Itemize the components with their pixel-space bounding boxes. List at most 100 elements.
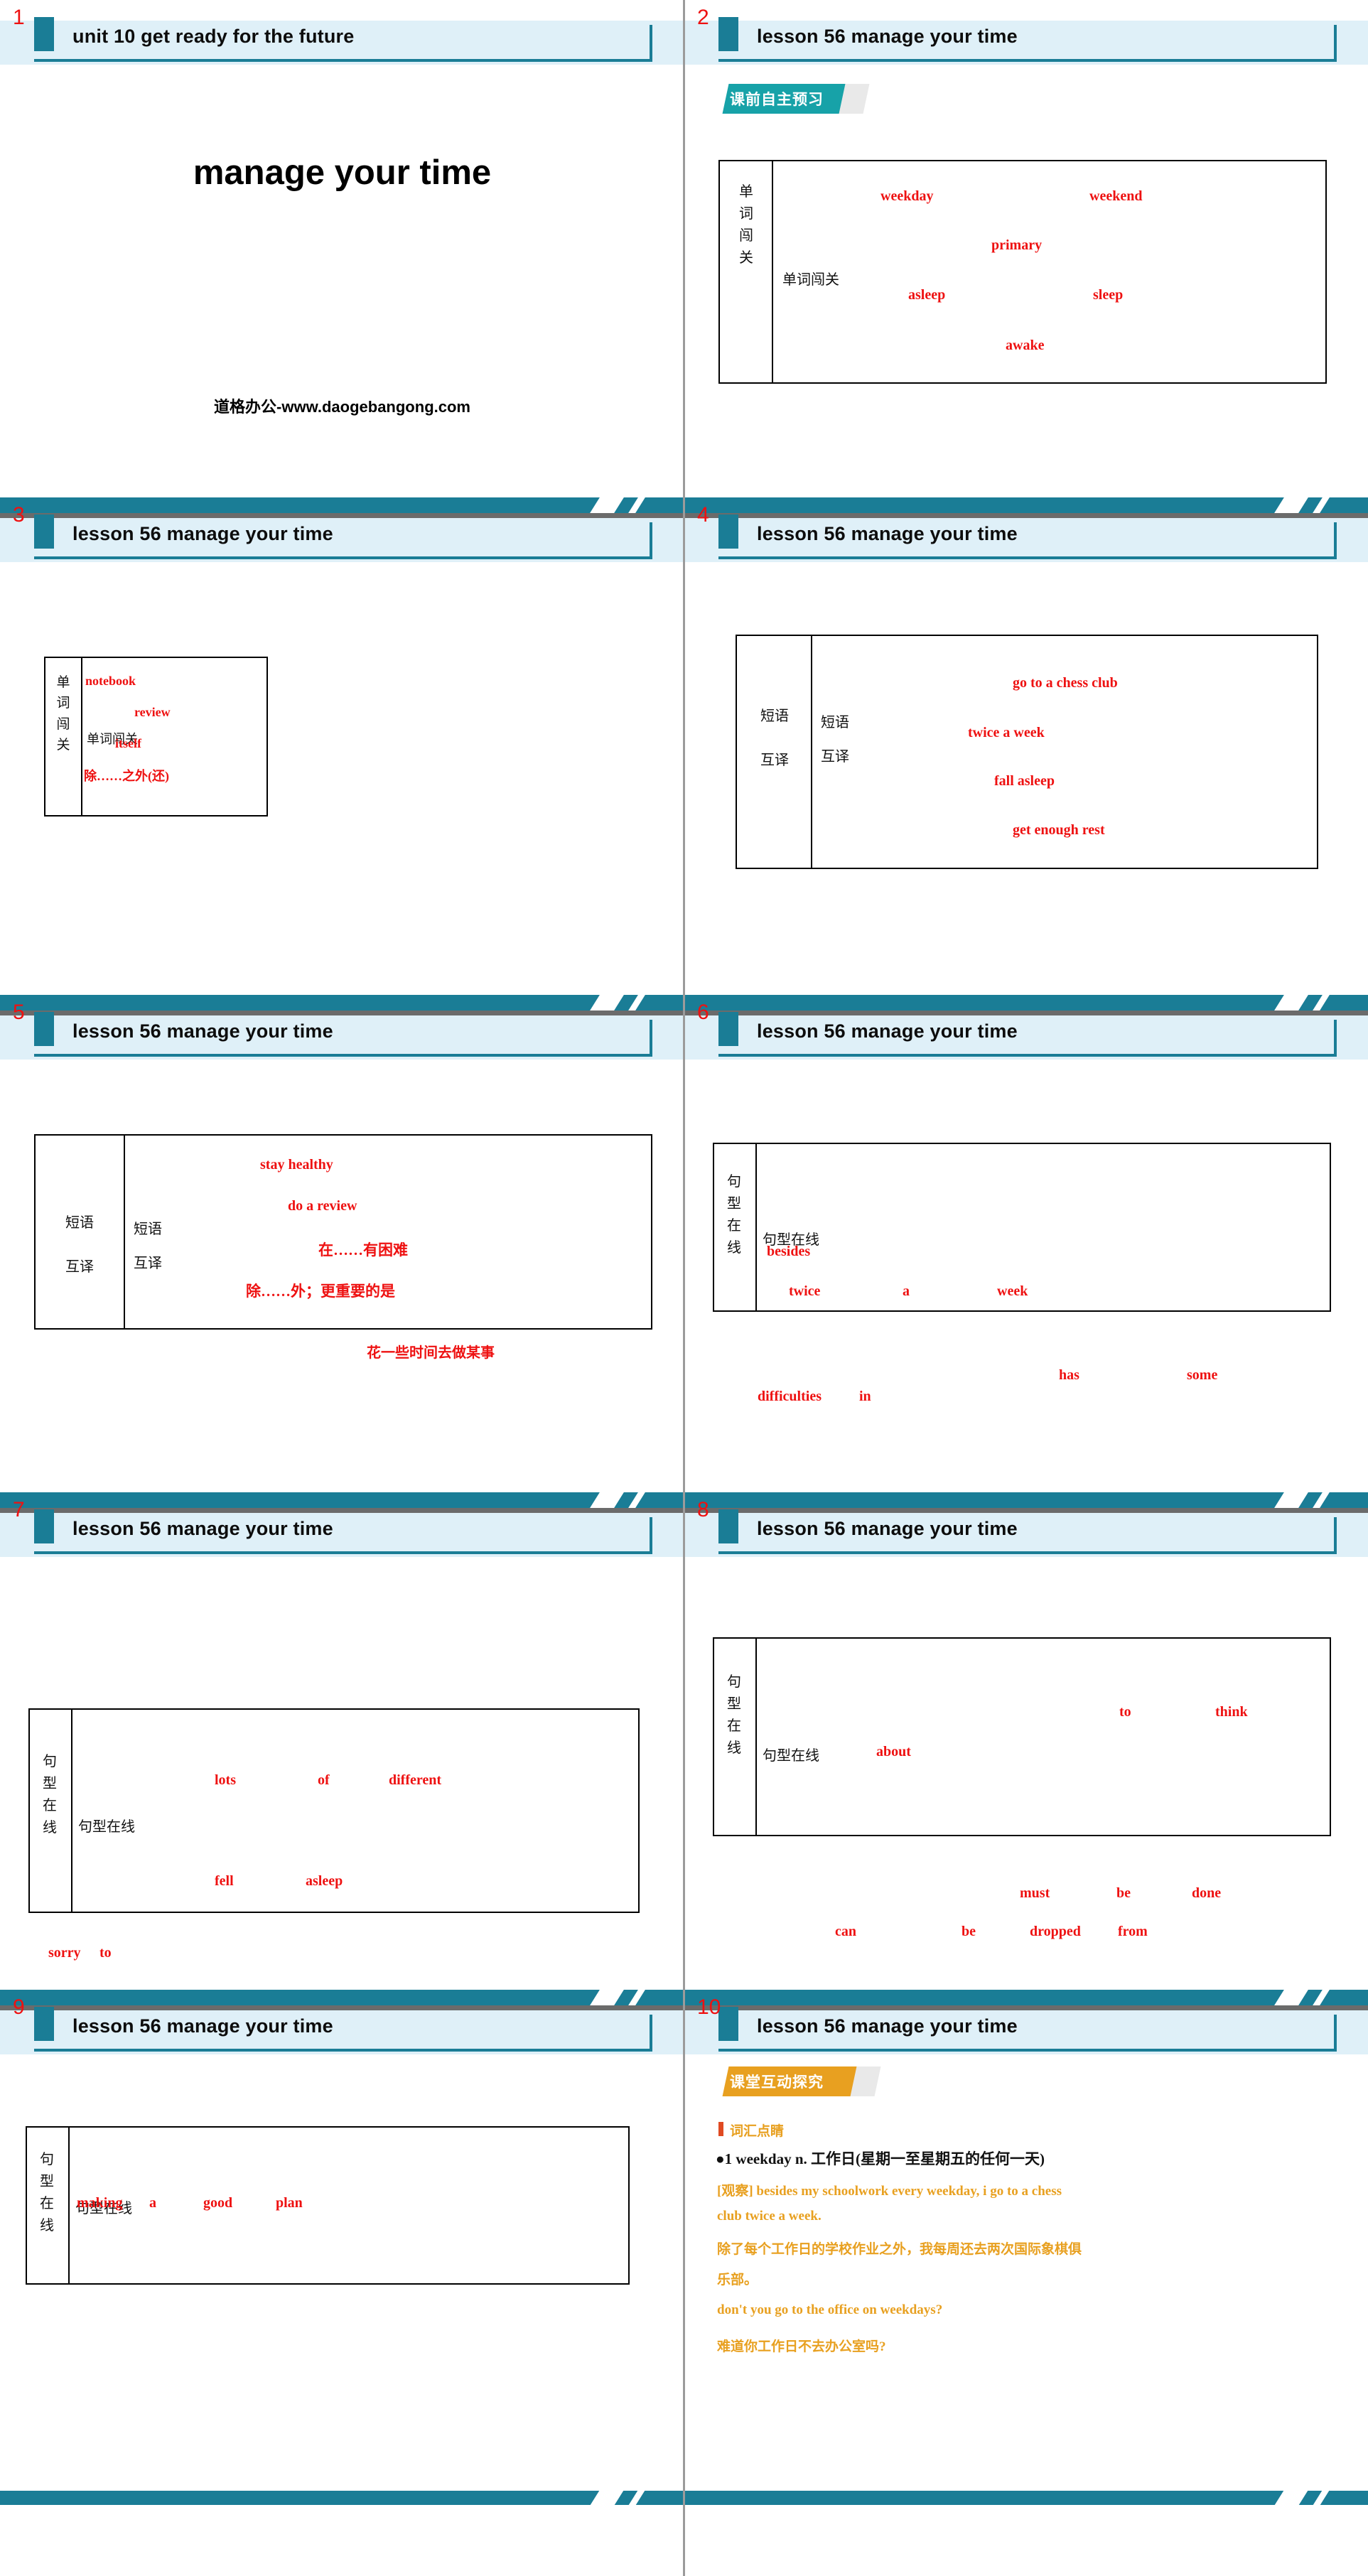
phrase-stay-healthy: stay healthy [260,1157,333,1173]
slide-9[interactable]: 9 lesson 56 manage your time 句型在线 句型在线 m… [0,1990,684,2505]
table-outer-label: 句型在线 [40,2152,54,2233]
word-awake: awake [1006,338,1045,353]
table-outer-label: 单词闯关 [739,184,753,266]
ribbon-slash2-icon [628,995,645,1011]
slide-8-header-rule [718,1551,1337,1554]
slide-9-canvas: 9 lesson 56 manage your time 句型在线 句型在线 m… [0,1990,684,2505]
slide-1-number: 1 [13,6,25,29]
word-asleep: asleep [306,1873,343,1889]
table-divider [755,1639,757,1835]
slide-9-table: 句型在线 句型在线 making a good plan [26,2126,630,2285]
slide-3-canvas: 3 lesson 56 manage your time 单词闯关 单词闯关 n… [0,497,684,1013]
ribbon-slash2-icon [628,2491,645,2505]
table-divider [124,1136,125,1328]
slide-1[interactable]: 1 unit 10 get ready for the future manag… [0,0,684,515]
slide-8-number: 8 [697,1498,709,1521]
table-inner-label: 句型在线 [763,1748,819,1764]
slide-7-header-rule-right [650,1517,652,1554]
table-divider [811,636,812,868]
slide-6-header-tab [718,1012,738,1046]
phrase-chess-club: go to a chess club [1013,675,1118,691]
slide-4-header-tab [718,514,738,549]
word-good: good [203,2195,233,2211]
slide-6-number: 6 [697,1001,709,1024]
word-difficulties: difficulties [758,1389,822,1404]
slide-7-table: 句型在线 句型在线 lots of different fell asleep [28,1708,640,1913]
word-in: in [859,1389,871,1404]
slide-4-title: lesson 56 manage your time [757,523,1018,544]
table-divider [71,1710,72,1912]
slide-5-header-rule-right [650,1020,652,1057]
word-about: about [876,1744,911,1759]
word-primary: primary [991,237,1043,253]
example-line-2: club twice a week. [717,2209,822,2224]
ribbon-slash2-icon [1313,1492,1330,1508]
table-inner-label: 单词闯关 [782,272,839,288]
slide-8-title: lesson 56 manage your time [757,1518,1018,1539]
slide-5[interactable]: 5 lesson 56 manage your time 短语 互译 短语 互译 s… [0,995,684,1510]
slide-9-top-grey [0,2005,684,2010]
word-twice: twice [789,1283,821,1299]
slide-6[interactable]: 6 lesson 56 manage your time 句型在线 句型在线 b… [684,995,1368,1510]
ribbon-slash-icon [1274,995,1308,1011]
word-fell: fell [215,1873,234,1889]
slide-6-top-ribbon [684,995,1368,1011]
slide-9-number: 9 [13,1995,25,2019]
table-divider [755,1144,757,1310]
slide-2-canvas: 2 lesson 56 manage your time 课前自主预习 单词闯关… [684,0,1368,515]
word-must: must [1020,1885,1050,1901]
slide-10-header-rule [718,2049,1337,2052]
slide-2-header-tab [718,17,738,51]
ribbon-slash2-icon [1313,497,1330,513]
slide-4-header-rule-right [1334,522,1337,559]
slide-8[interactable]: 8 lesson 56 manage your time 句型在线 句型在线 t… [684,1492,1368,2008]
word-sleep: sleep [1093,287,1124,303]
slide-10-title: lesson 56 manage your time [757,2015,1018,2037]
slide-10-bottom-ribbon [684,2491,1368,2505]
slide-5-top-grey [0,1011,684,1015]
table-divider [772,161,773,382]
slide-7-top-ribbon [0,1492,684,1508]
example-line-4: 乐部。 [717,2273,758,2287]
slide-7[interactable]: 7 lesson 56 manage your time 句型在线 句型在线 l… [0,1492,684,2008]
slide-9-header-rule [34,2049,652,2052]
entry-heading: ●1 weekday n. 工作日(星期一至星期五的任何一天) [716,2150,1045,2167]
slide-2-table: 单词闯关 单词闯关 weekday weekend primary asleep… [718,160,1327,384]
table-outer-label: 短语 互译 [65,1215,94,1275]
table-divider [68,2128,70,2283]
word-be: be [1116,1885,1131,1901]
slide-5-top-ribbon [0,995,684,1011]
slide-grid: 1 unit 10 get ready for the future manag… [0,0,1368,2576]
slide-3-header-tab [34,514,54,549]
slide-7-header-tab [34,1509,54,1543]
slide-8-top-ribbon [684,1492,1368,1508]
example-line-1: [观察] besides my schoolwork every weekday… [717,2184,1062,2199]
word-has: has [1059,1367,1079,1383]
word-dropped: dropped [1030,1924,1081,1939]
slide-3[interactable]: 3 lesson 56 manage your time 单词闯关 单词闯关 n… [0,497,684,1013]
table-outer-label: 单词闯关 [56,675,70,753]
word-besides: besides [767,1244,811,1259]
slide-6-header-rule-right [1334,1020,1337,1057]
slide-3-table: 单词闯关 单词闯关 notebook review itself 除……之外(还… [44,657,268,817]
slide-3-top-grey [0,513,684,518]
word-making: making [77,2195,123,2211]
ribbon-slash2-icon [628,497,645,513]
example-line-5: don't you go to the office on weekdays? [717,2302,943,2317]
word-a: a [149,2195,156,2211]
slide-2-header-rule-right [1334,25,1337,62]
slide-6-top-grey [684,1011,1368,1015]
slide-10-top-grey [684,2005,1368,2010]
slide-10[interactable]: 10 lesson 56 manage your time 课堂互动探究 词汇点… [684,1990,1368,2505]
phrase-besides-cn: 除……外；更重要的是 [246,1283,395,1300]
slide-10-header-rule-right [1334,2015,1337,2052]
word-can: can [835,1924,856,1939]
slide-7-header-rule [34,1551,652,1554]
table-outer-label: 句型在线 [43,1754,57,1836]
ribbon-slash2-icon [628,1990,645,2005]
word-notebook: notebook [85,674,136,688]
chip-interactive: 课堂互动探究 [720,2066,881,2096]
slide-4[interactable]: 4 lesson 56 manage your time 短语 互译 短语 互译 g… [684,497,1368,1013]
slide-2[interactable]: 2 lesson 56 manage your time 课前自主预习 单词闯关… [684,0,1368,515]
slide-3-number: 3 [13,503,25,527]
